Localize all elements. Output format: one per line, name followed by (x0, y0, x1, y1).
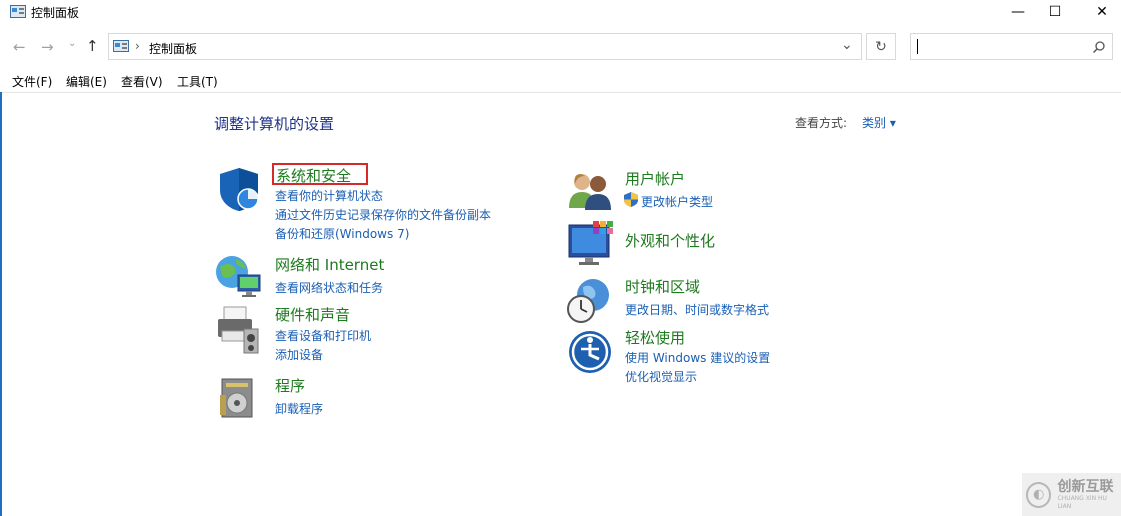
link-optimize-visual-display[interactable]: 优化视觉显示 (625, 368, 697, 385)
link-change-date-time-format[interactable]: 更改日期、时间或数字格式 (625, 301, 769, 318)
network-globe-icon (216, 256, 261, 297)
category-system-security[interactable]: 系统和安全 (276, 165, 351, 186)
appearance-monitor-icon (568, 221, 613, 265)
link-change-account-type[interactable]: 更改帐户类型 (641, 193, 713, 210)
window-title: 控制面板 (31, 6, 80, 20)
shield-icon (220, 168, 259, 211)
refresh-button[interactable]: ↻ (866, 33, 896, 60)
link-backup-restore[interactable]: 备份和还原(Windows 7) (275, 225, 409, 242)
category-user-accounts[interactable]: 用户帐户 (625, 168, 685, 189)
category-appearance[interactable]: 外观和个性化 (625, 230, 715, 251)
address-bar[interactable]: › 控制面板 ⌄ (108, 33, 862, 60)
back-arrow-icon[interactable]: ← (13, 38, 26, 56)
text-cursor (917, 39, 918, 54)
menu-tools[interactable]: 工具(T) (177, 73, 218, 90)
close-button[interactable]: ✕ (1079, 0, 1121, 24)
category-ease-of-access[interactable]: 轻松使用 (625, 327, 685, 348)
link-network-status[interactable]: 查看网络状态和任务 (275, 279, 383, 296)
category-clock-region[interactable]: 时钟和区域 (625, 276, 700, 297)
category-programs[interactable]: 程序 (275, 375, 305, 396)
breadcrumb-control-panel[interactable]: 控制面板 (149, 40, 197, 57)
users-icon (569, 174, 611, 210)
chevron-down-icon[interactable]: ⌄ (841, 37, 853, 53)
up-arrow-icon[interactable]: ↑ (86, 37, 99, 55)
ease-of-access-icon (569, 331, 611, 373)
printer-icon (218, 306, 259, 354)
menu-edit[interactable]: 编辑(E) (66, 73, 107, 90)
link-devices-printers[interactable]: 查看设备和打印机 (275, 327, 371, 344)
link-recommended-settings[interactable]: 使用 Windows 建议的设置 (625, 349, 770, 366)
search-input[interactable] (910, 33, 1113, 60)
control-panel-icon (113, 40, 129, 52)
clock-globe-icon (567, 279, 609, 323)
category-hardware-sound[interactable]: 硬件和声音 (275, 304, 350, 325)
view-by-label: 查看方式: (795, 116, 848, 130)
menu-view[interactable]: 查看(V) (121, 73, 163, 90)
menu-bar (0, 70, 1121, 93)
category-network[interactable]: 网络和 Internet (275, 254, 384, 275)
programs-icon (220, 378, 253, 418)
control-panel-icon (10, 5, 26, 18)
watermark-logo-icon: ◐ (1026, 481, 1052, 508)
link-add-device[interactable]: 添加设备 (275, 346, 323, 363)
watermark-subtext: CHUANG XIN HU LIAN (1057, 494, 1107, 510)
uac-shield-icon (624, 192, 638, 207)
search-icon (1093, 41, 1105, 53)
link-uninstall-program[interactable]: 卸载程序 (275, 400, 323, 417)
link-view-computer-status[interactable]: 查看你的计算机状态 (275, 187, 383, 204)
title-bar: 控制面板 — ☐ ✕ (0, 0, 1121, 24)
maximize-button[interactable]: ☐ (1032, 0, 1078, 24)
forward-arrow-icon[interactable]: → (41, 38, 54, 56)
page-heading: 调整计算机的设置 (214, 115, 335, 133)
menu-file[interactable]: 文件(F) (12, 73, 52, 90)
chevron-right-icon: › (135, 39, 140, 53)
window-edge (0, 92, 2, 516)
recent-dropdown-icon[interactable]: ⌄ (68, 38, 76, 49)
view-by-dropdown[interactable]: 类别 ▾ (862, 114, 896, 131)
link-file-history[interactable]: 通过文件历史记录保存你的文件备份副本 (275, 206, 491, 223)
watermark-text: 创新互联 (1057, 478, 1114, 495)
watermark-logo: ◐ 创新互联 CHUANG XIN HU LIAN (1022, 473, 1121, 516)
